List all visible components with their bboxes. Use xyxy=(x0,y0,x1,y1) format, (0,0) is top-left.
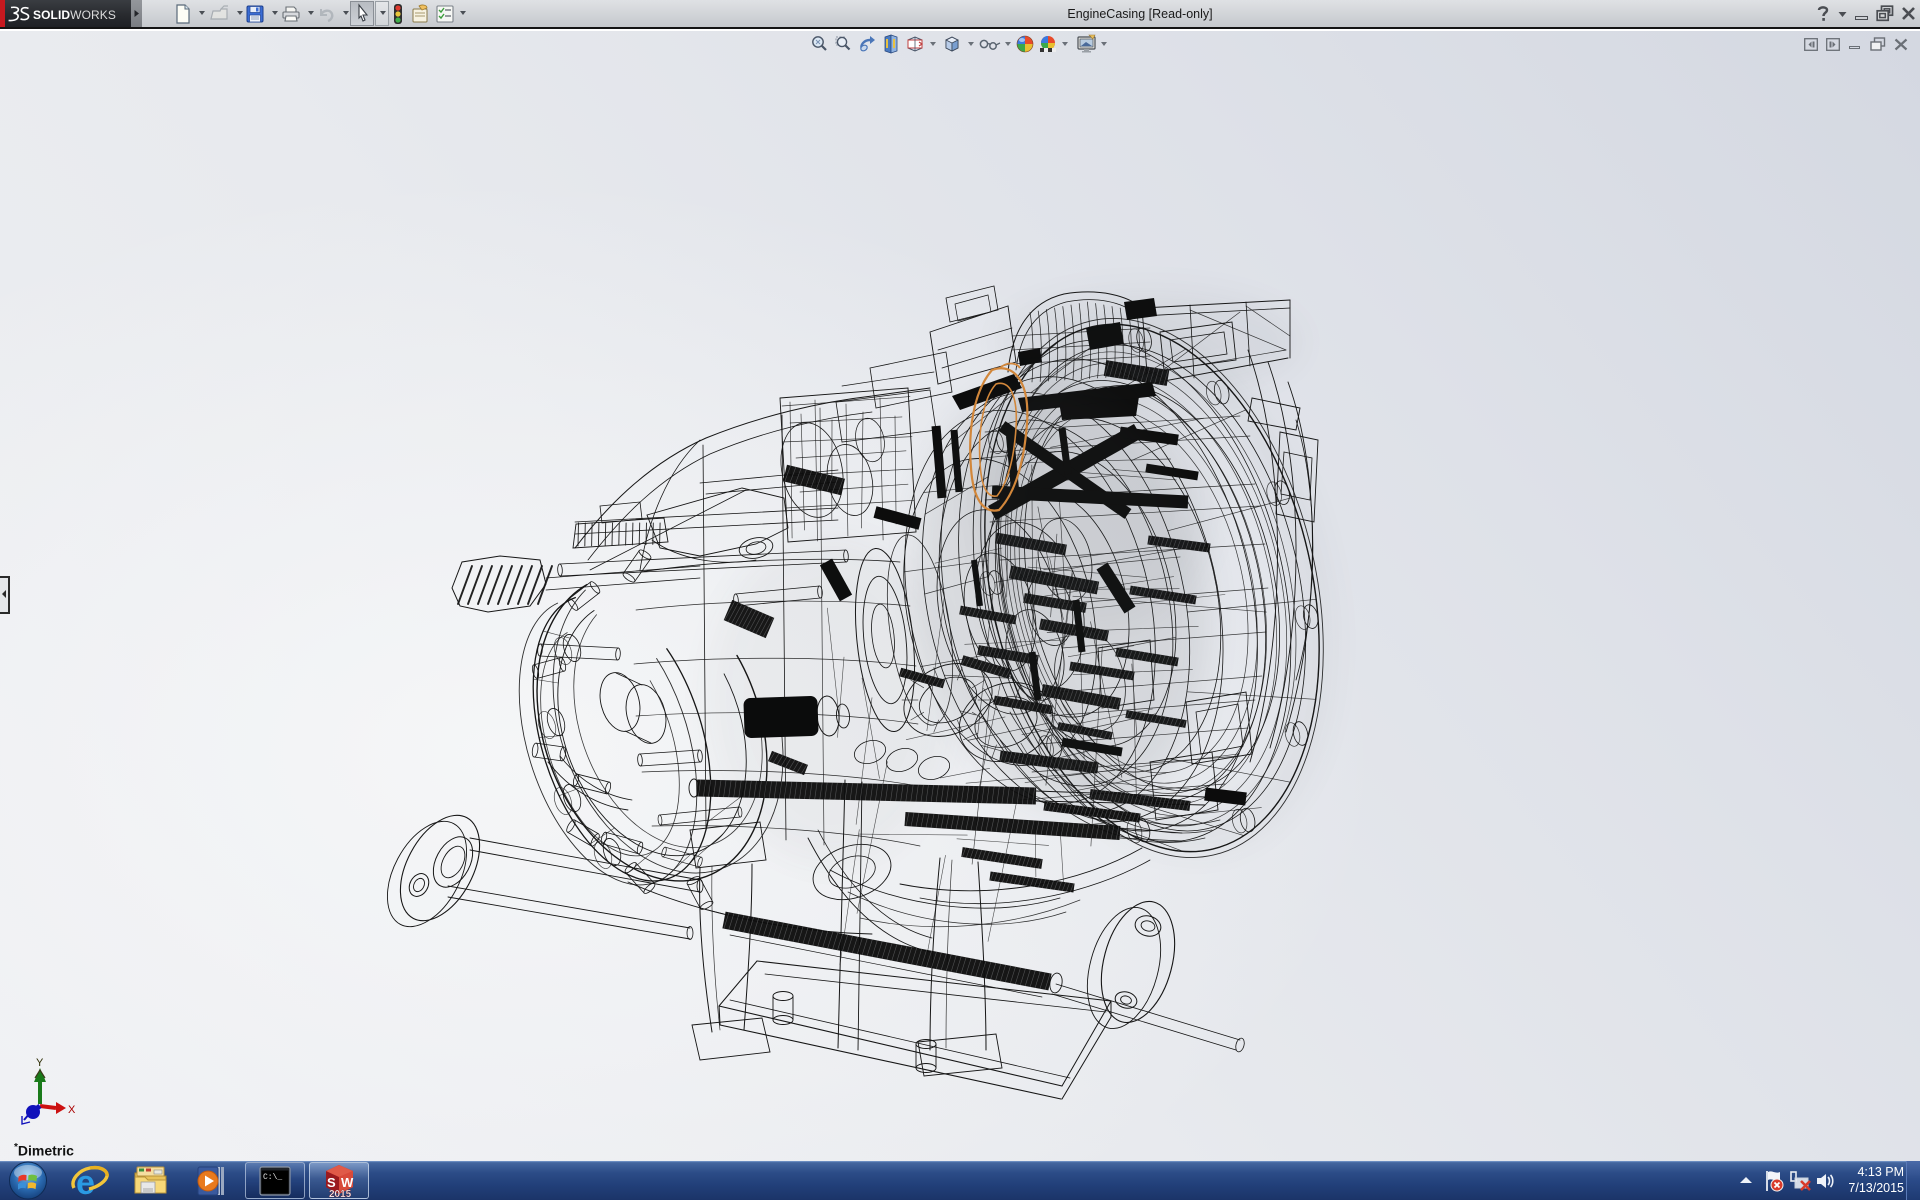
svg-text:W: W xyxy=(341,1175,354,1190)
svg-text:S: S xyxy=(327,1175,336,1190)
svg-text:C:\_: C:\_ xyxy=(263,1173,282,1182)
svg-text:X: X xyxy=(68,1104,76,1116)
svg-text:Y: Y xyxy=(36,1057,44,1069)
svg-text:2015: 2015 xyxy=(329,1189,352,1199)
svg-text:SOLIDWORKS: SOLIDWORKS xyxy=(33,8,116,22)
